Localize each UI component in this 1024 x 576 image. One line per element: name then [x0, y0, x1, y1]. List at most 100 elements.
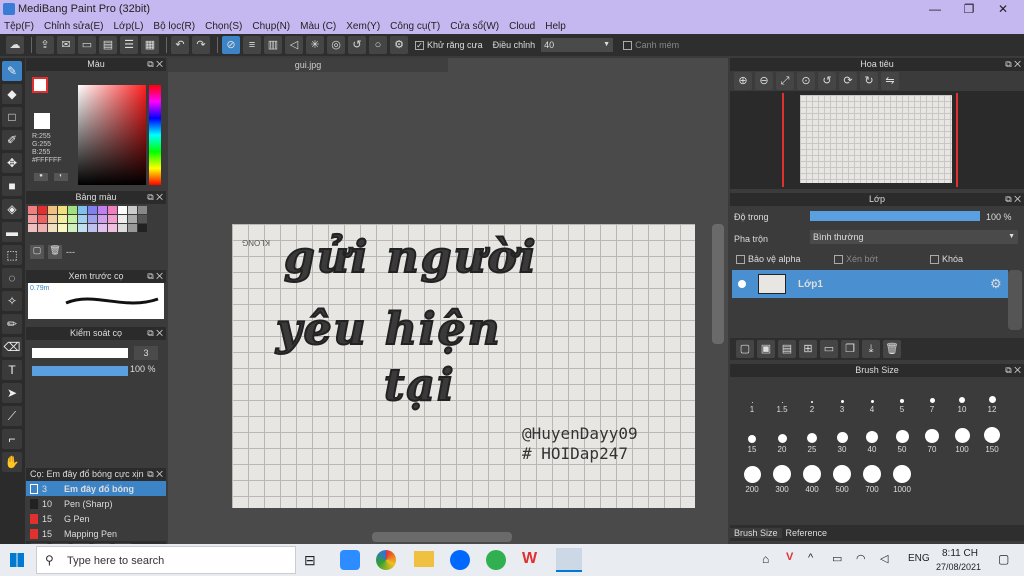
layer-row[interactable]: Lớp1 ⚙ [732, 270, 1008, 298]
menu-select[interactable]: Chọn(S) [205, 21, 242, 32]
magic-wand-tool-icon[interactable]: ✧ [2, 291, 22, 311]
shape-tool-icon[interactable]: □ [2, 107, 22, 127]
snap-circle-icon[interactable]: ◎ [327, 36, 345, 54]
brush-size-option[interactable]: 150 [978, 423, 1006, 454]
pen-tool-icon[interactable]: ✐ [2, 130, 22, 150]
new-palette-icon[interactable]: ▢ [30, 245, 44, 259]
swatch[interactable] [108, 215, 117, 223]
layer-opacity-slider[interactable] [810, 211, 980, 221]
battery-icon[interactable]: ▭ [832, 552, 842, 565]
grid-icon[interactable]: ▦ [141, 36, 159, 54]
close-icon[interactable]: ⧉ ✕ [1005, 193, 1021, 206]
search-box[interactable]: ⚲ Type here to search [36, 546, 296, 574]
menu-view[interactable]: Xem(Y) [346, 21, 380, 32]
brush-size-option[interactable]: 300 [768, 463, 796, 494]
close-icon[interactable]: ⧉ ✕ [147, 327, 163, 340]
transparent-color[interactable] [34, 113, 50, 129]
minimize-button[interactable]: — [918, 0, 952, 18]
wps-icon[interactable]: W [522, 550, 542, 570]
menu-file[interactable]: Tệp(F) [4, 21, 34, 32]
swatch[interactable] [128, 215, 137, 223]
zalo-icon[interactable] [450, 550, 470, 570]
brush-size-option[interactable]: 15 [738, 423, 766, 454]
arrow-up-icon[interactable]: ^ [808, 552, 813, 564]
add-layer-menu-icon[interactable]: ⊞ [799, 340, 817, 358]
menu-color[interactable]: Màu (C) [300, 21, 336, 32]
delete-layer-icon[interactable]: 🗑 [883, 340, 901, 358]
zoom-in-icon[interactable]: ⊕ [734, 72, 752, 90]
swatch[interactable] [138, 224, 147, 232]
flip-icon[interactable]: ⇋ [881, 72, 899, 90]
swatch[interactable] [38, 206, 47, 214]
brush-size-option[interactable]: 50 [888, 423, 916, 454]
antialias-checkbox[interactable]: ✓ [415, 41, 424, 51]
hue-slider[interactable] [149, 85, 161, 185]
select-rect-tool-icon[interactable]: ⬚ [2, 245, 22, 265]
canvas-image[interactable]: KLONG gửi người yêu hiện tại @HuyenDayy0… [232, 224, 695, 508]
swatch[interactable] [68, 224, 77, 232]
menu-tools[interactable]: Công cụ(T) [390, 21, 440, 32]
new-layer-icon[interactable]: ▢ [736, 340, 754, 358]
canvas-vertical-scrollbar[interactable] [712, 224, 724, 344]
close-icon[interactable]: ⧉ ✕ [1005, 58, 1021, 71]
duplicate-layer-icon[interactable]: ❐ [841, 340, 859, 358]
fill-rect-tool-icon[interactable]: ■ [2, 176, 22, 196]
menu-window[interactable]: Cửa sổ(W) [450, 21, 499, 32]
divide-tool-icon[interactable]: ⟋ [2, 406, 22, 426]
redo-icon[interactable]: ↷ [192, 36, 210, 54]
swatch[interactable] [48, 215, 57, 223]
swatch[interactable] [78, 215, 87, 223]
snap-off-icon[interactable]: ⊘ [222, 36, 240, 54]
brush-size-option[interactable]: 12 [978, 383, 1006, 414]
undo-icon[interactable]: ↶ [171, 36, 189, 54]
brush-tool-icon[interactable]: ✎ [2, 61, 22, 81]
brush-size-option[interactable]: 4 [858, 383, 886, 414]
brush-item[interactable]: 3 Em đây đổ bóng [26, 481, 166, 496]
hand-tool-icon[interactable]: ✋ [2, 452, 22, 472]
swatch[interactable] [38, 224, 47, 232]
menu-snap[interactable]: Chụp(N) [252, 21, 290, 32]
swatch[interactable] [118, 215, 127, 223]
new-halftone-layer-icon[interactable]: ▣ [757, 340, 775, 358]
swatch[interactable] [78, 206, 87, 214]
cloud-icon[interactable]: ☁ [6, 36, 24, 54]
swatch[interactable] [128, 206, 137, 214]
brush-size-option[interactable]: 5 [888, 383, 916, 414]
windows-start-icon[interactable] [10, 553, 24, 567]
brush-size-option[interactable]: 200 [738, 463, 766, 494]
swatch[interactable] [118, 224, 127, 232]
snap-parallel-icon[interactable]: ≡ [243, 36, 261, 54]
swatch[interactable] [98, 224, 107, 232]
text-tool-icon[interactable]: T [2, 360, 22, 380]
bucket-tool-icon[interactable]: ◈ [2, 199, 22, 219]
swatch[interactable] [88, 224, 97, 232]
swatch[interactable] [48, 224, 57, 232]
canvas-horizontal-scrollbar[interactable] [372, 532, 512, 542]
fit-icon[interactable]: ⤢ [776, 72, 794, 90]
notification-icon[interactable]: ▢ [998, 552, 1009, 566]
brush-size-value[interactable]: 3 [134, 346, 158, 360]
chat-icon[interactable]: ✉ [57, 36, 75, 54]
upload-icon[interactable]: ⇪ [36, 36, 54, 54]
palette-add-icon[interactable]: ● [34, 173, 48, 181]
layer-scrollbar[interactable] [1008, 270, 1022, 330]
close-icon[interactable]: ⧉ ✕ [147, 270, 163, 283]
clip-toggle[interactable]: Xén bớt [834, 254, 878, 265]
volume-icon[interactable]: ◁ [880, 552, 888, 565]
swatch[interactable] [68, 206, 77, 214]
tab-reference[interactable]: Reference [782, 528, 832, 538]
brush-opacity-slider[interactable] [32, 366, 128, 376]
snap-curve-icon[interactable]: ↺ [348, 36, 366, 54]
blend-mode-select[interactable]: Bình thường ▼ [810, 230, 1018, 244]
brush-size-option[interactable]: 1.5 [768, 383, 796, 414]
protect-alpha-checkbox[interactable] [736, 255, 745, 265]
navigator-preview[interactable] [730, 91, 1024, 189]
snap-grid-icon[interactable]: ▥ [264, 36, 282, 54]
brush-size-slider[interactable] [32, 348, 128, 358]
clip-checkbox[interactable] [834, 255, 843, 265]
brush-item[interactable]: 10 Pen (Sharp) [26, 496, 166, 511]
swatch[interactable] [118, 206, 127, 214]
close-icon[interactable]: ⧉ ✕ [147, 191, 163, 204]
lasso-tool-icon[interactable]: ◌ [2, 268, 22, 288]
task-view-icon[interactable]: ⊟ [304, 552, 316, 569]
